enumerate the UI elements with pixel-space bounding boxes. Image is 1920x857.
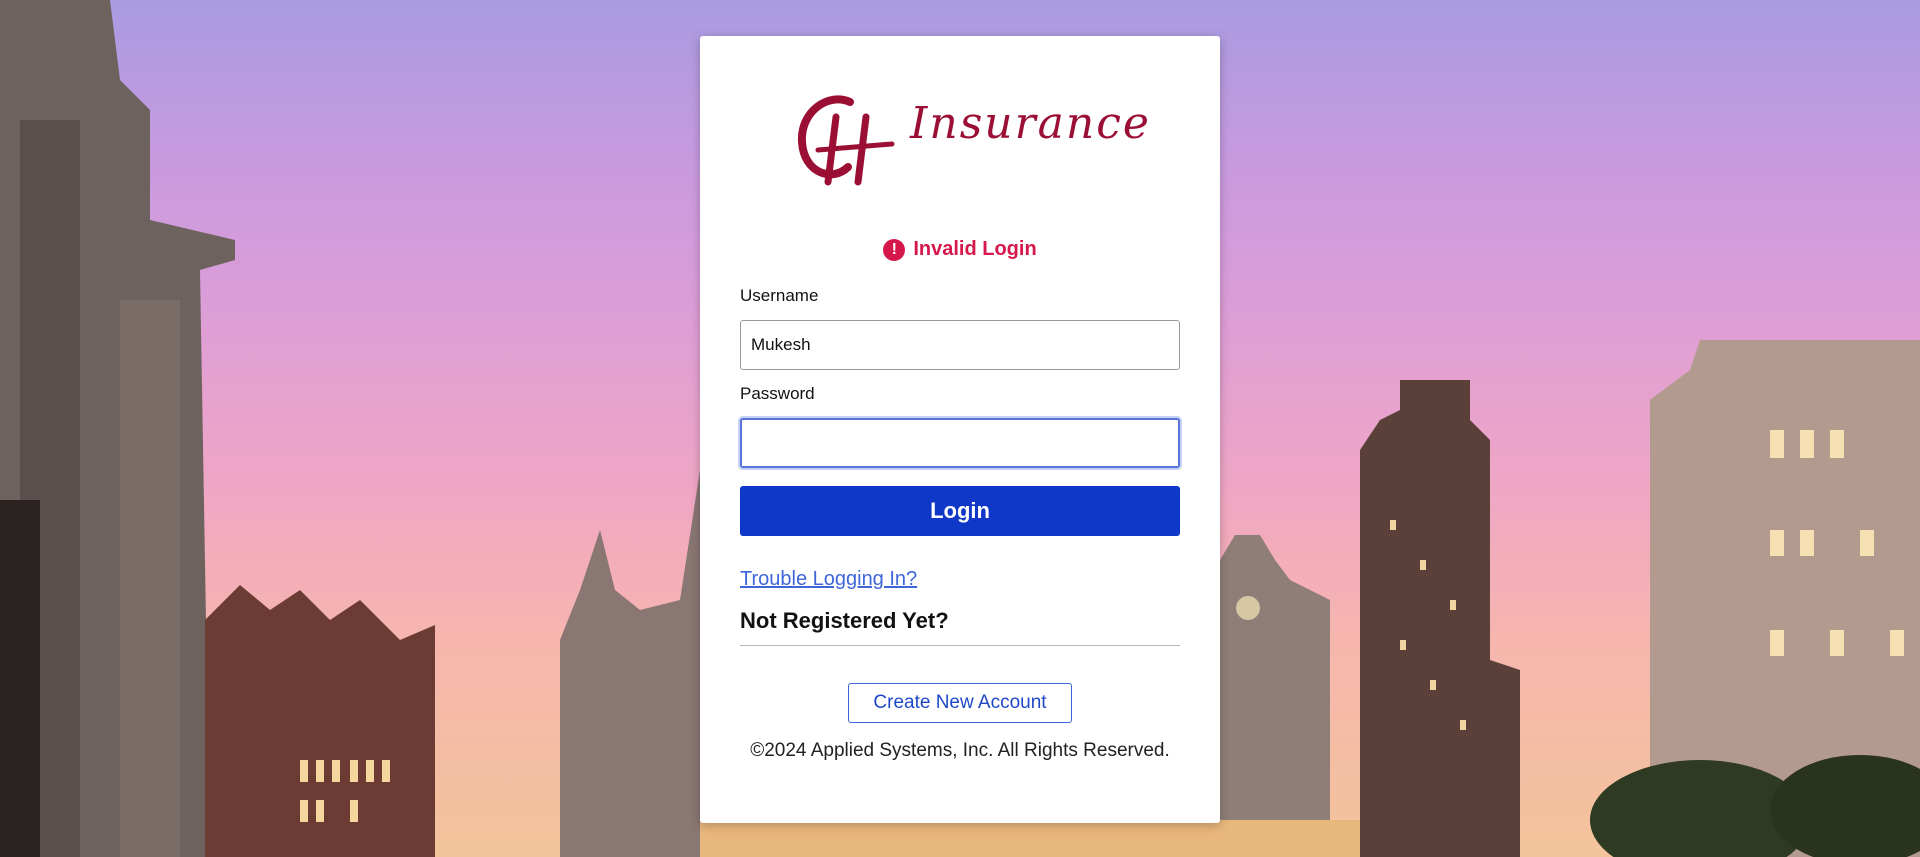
password-input[interactable] xyxy=(740,418,1180,468)
error-text: Invalid Login xyxy=(913,238,1037,260)
trouble-logging-in-link[interactable]: Trouble Logging In? xyxy=(740,568,917,591)
create-account-button[interactable]: Create New Account xyxy=(848,683,1072,723)
username-input[interactable] xyxy=(740,320,1180,370)
copyright-text: ©2024 Applied Systems, Inc. All Rights R… xyxy=(750,740,1170,761)
password-label: Password xyxy=(740,384,815,403)
not-registered-heading: Not Registered Yet? xyxy=(740,608,949,633)
error-message: ! Invalid Login xyxy=(700,238,1220,261)
username-label: Username xyxy=(740,286,819,305)
login-card: Insurance ! Invalid Login Username Passw… xyxy=(700,36,1220,823)
divider xyxy=(740,645,1180,646)
login-button[interactable]: Login xyxy=(740,486,1180,536)
exclamation-circle-icon: ! xyxy=(883,238,906,261)
logo-wordmark: Insurance xyxy=(910,98,1151,149)
